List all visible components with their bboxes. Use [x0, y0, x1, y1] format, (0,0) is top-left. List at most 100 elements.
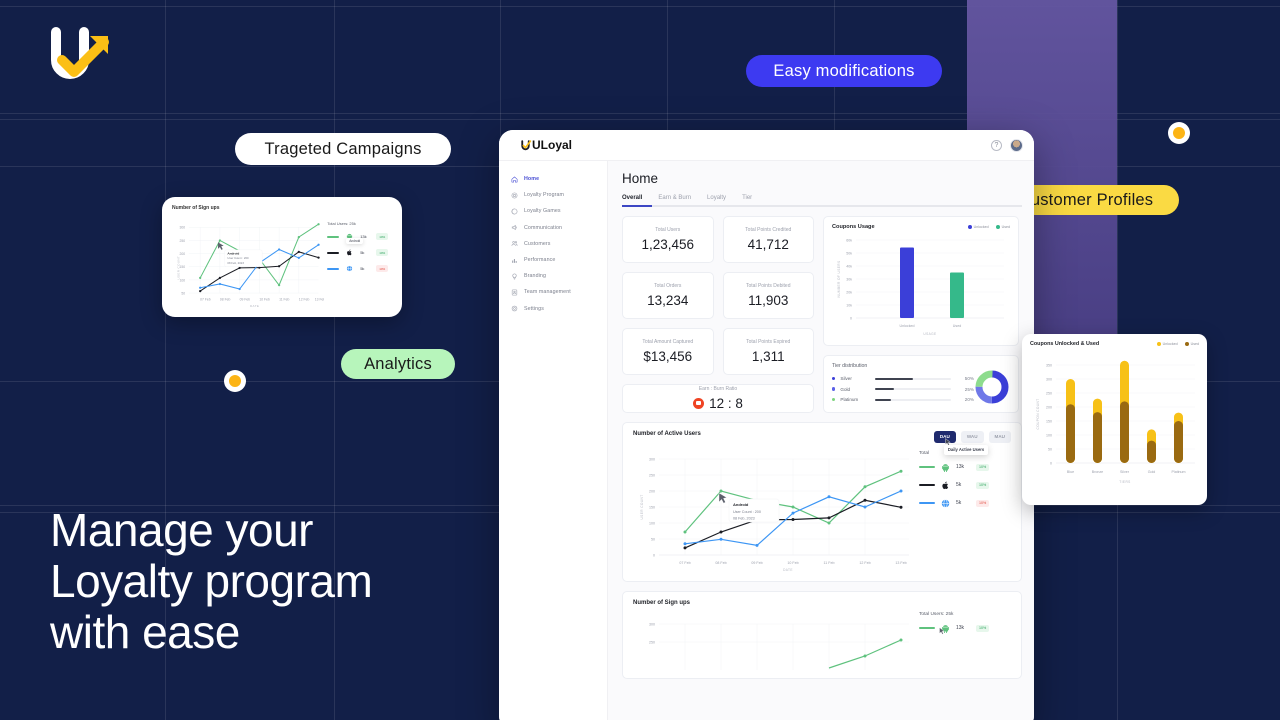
tab-overall[interactable]: Overall: [622, 195, 642, 201]
tier-dot: [832, 376, 836, 381]
content-page-title: Home: [622, 171, 659, 186]
svg-text:30k: 30k: [846, 277, 852, 281]
legend-item-unlocked: Unlocked: [967, 224, 989, 229]
id-card-icon: [511, 289, 518, 296]
dashboard-header: ULoyal ?: [499, 130, 1034, 161]
legend-item-used: Used: [1184, 342, 1199, 346]
svg-text:50: 50: [651, 537, 655, 541]
svg-text:12 Feb: 12 Feb: [299, 298, 310, 302]
legend-delta: 10%: [976, 463, 990, 471]
pill-easy-modifications[interactable]: Easy modifications: [746, 55, 942, 87]
kpi-card-earn-burn-ratio: Earn : Burn Ratio 12 : 8: [622, 383, 814, 413]
svg-text:07 Feb: 07 Feb: [679, 561, 690, 565]
sidebar-item-performance[interactable]: Performance: [499, 252, 607, 268]
legend-delta: 10%: [376, 265, 389, 272]
svg-text:Android: Android: [227, 252, 239, 256]
svg-text:300: 300: [649, 622, 655, 626]
sidebar-item-label: Loyalty Games: [524, 208, 561, 215]
legend-value: 5k: [360, 266, 365, 271]
bar-chart-icon: [511, 257, 518, 264]
tier-dot: [832, 397, 836, 402]
tier-pct: 25%: [964, 386, 974, 392]
sidebar-item-communication[interactable]: Communication: [499, 220, 607, 236]
segment-mau[interactable]: MAU: [988, 430, 1011, 443]
svg-text:13 Feb: 13 Feb: [895, 561, 906, 565]
legend-total-label: Total Users: 25k: [919, 611, 954, 617]
svg-text:250: 250: [1046, 391, 1052, 395]
brand-name: ULoyal: [532, 138, 573, 152]
kpi-value: 11,903: [748, 292, 789, 308]
legend-line: [919, 626, 935, 630]
legend-value: 5k: [956, 500, 962, 507]
sidebar-item-team-management[interactable]: Team management: [499, 284, 607, 300]
svg-text:Gold: Gold: [1148, 470, 1156, 474]
svg-text:10 Feb: 10 Feb: [259, 298, 270, 302]
svg-text:100: 100: [649, 521, 655, 525]
coupons-usage-panel: Coupons Usage Unlocked Used 60k 50k 40k …: [823, 215, 1019, 346]
kpi-value: 1,23,456: [641, 236, 695, 252]
gear-icon: [511, 305, 518, 312]
coupons-unlocked-used-bar-chart: 350 300 250 200 150 100 50 0 COUPON COUN…: [1036, 360, 1195, 484]
game-icon: [511, 208, 518, 215]
signups-card: Number of Sign ups 300 250 Total Users: …: [622, 590, 1022, 679]
segment-tooltip: Daily Active Users: [943, 444, 989, 455]
coupons-usage-bar-chart: 60k 50k 40k 30k 20k 10k 0 NUMBER OF USER…: [837, 238, 1004, 336]
sidebar-item-customers[interactable]: Customers: [499, 236, 607, 252]
active-users-card: Number of Active Users DAU Daily Active …: [622, 421, 1022, 582]
target-icon: [511, 192, 518, 199]
kpi-card-total-orders: Total Orders 13,234: [622, 271, 714, 319]
legend-line: [327, 251, 340, 254]
sidebar-item-loyalty-program[interactable]: Loyalty Program: [499, 187, 607, 203]
legend-row-android: 13k 10%: [919, 463, 1003, 472]
kpi-label: Total Points Credited: [745, 226, 792, 233]
kpi-label: Total Points Expired: [746, 338, 791, 345]
sidebar-item-home[interactable]: Home: [499, 171, 607, 187]
sidebar-item-branding[interactable]: Branding: [499, 268, 607, 284]
kpi-value: 12 : 8: [709, 395, 743, 411]
legend-delta: 10%: [976, 499, 990, 507]
globe-icon: [345, 264, 354, 273]
sidebar-item-settings[interactable]: Settings: [499, 301, 607, 317]
segment-wau[interactable]: WAU: [960, 430, 984, 443]
kpi-label: Total Orders: [654, 282, 682, 289]
mini-legend-row: 5k 10%: [327, 248, 392, 257]
legend-value: 5k: [956, 482, 962, 489]
svg-text:200: 200: [180, 252, 186, 256]
tooltip-date: 08 Feb, 2023: [733, 516, 755, 520]
kpi-value: 13,234: [647, 292, 689, 308]
sidebar-item-label: Home: [524, 176, 540, 183]
tab-tier[interactable]: Tier: [742, 195, 752, 201]
svg-text:10k: 10k: [846, 303, 852, 307]
svg-text:NUMBER OF USERS: NUMBER OF USERS: [837, 260, 841, 297]
sidebar-item-label: Loyalty Program: [524, 192, 565, 199]
svg-text:0: 0: [653, 553, 655, 557]
kpi-value: 41,712: [747, 236, 789, 252]
kpi-value: $13,456: [643, 348, 693, 364]
help-circle-icon[interactable]: ?: [991, 139, 1002, 151]
tab-loyalty[interactable]: Loyalty: [707, 195, 726, 201]
svg-text:COUPON COUNT: COUPON COUNT: [1036, 398, 1040, 429]
tab-earn-burn[interactable]: Earn & Burn: [658, 195, 691, 201]
legend-delta: 10%: [976, 481, 990, 489]
apple-icon: [941, 481, 950, 490]
card-title: Number of Active Users: [633, 430, 701, 437]
tier-donut-chart: [975, 370, 1009, 404]
pill-analytics[interactable]: Analytics: [341, 349, 455, 379]
pill-targeted-campaigns[interactable]: Trageted Campaigns: [235, 133, 451, 165]
svg-text:150: 150: [649, 505, 655, 509]
active-users-legend: Total 13k 10% 5k 10% 5k 10%: [915, 445, 1003, 573]
svg-text:250: 250: [180, 239, 186, 243]
legend-value: 13k: [956, 464, 965, 471]
sidebar-item-label: Branding: [524, 273, 547, 280]
tooltip-count: User Count : 200: [733, 510, 761, 514]
sidebar-item-loyalty-games[interactable]: Loyalty Games: [499, 203, 607, 219]
user-avatar[interactable]: [1010, 138, 1023, 152]
mini-tooltip: Android: [346, 238, 364, 244]
kpi-card-total-points-debited: Total Points Debited 11,903: [722, 271, 814, 319]
segment-dau[interactable]: DAU Daily Active Users: [933, 430, 989, 455]
svg-text:200: 200: [649, 489, 655, 493]
svg-text:USER COUNT: USER COUNT: [177, 256, 181, 280]
svg-text:12 Feb: 12 Feb: [859, 561, 870, 565]
svg-text:20k: 20k: [846, 290, 852, 294]
svg-text:User Count : 200: User Count : 200: [227, 256, 249, 260]
